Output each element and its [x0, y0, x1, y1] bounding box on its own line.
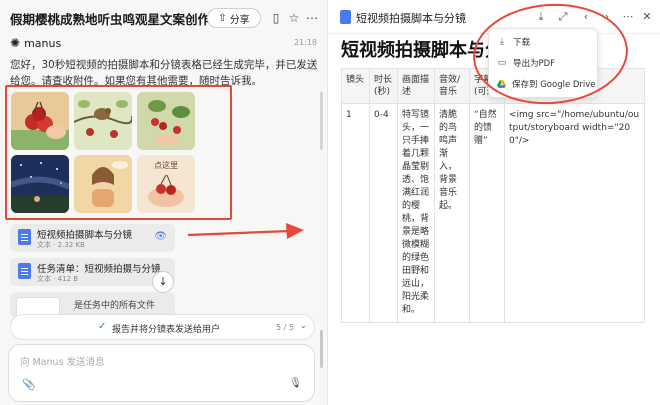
cell-duration: 0-4	[369, 103, 398, 323]
more-icon[interactable]: ⋯	[304, 9, 320, 27]
mic-icon[interactable]: 🎙	[289, 378, 302, 389]
viewer-title: 短视频拍摄脚本与分镜	[356, 12, 466, 25]
star-icon[interactable]: ☆	[286, 9, 302, 27]
task-count: 5 / 5	[276, 323, 294, 332]
document-file-icon	[18, 263, 31, 279]
chat-title: 假期樱桃成熟地听虫鸣观星文案创作	[10, 12, 211, 27]
chevron-down-icon[interactable]: ⌄	[299, 321, 307, 331]
chat-header: 假期樱桃成熟地听虫鸣观星文案创作 ⇧ 分享 ▯ ☆ ⋯	[10, 8, 320, 28]
storyboard-table: 镜头 时长(秒) 画面描述 音效/音乐 字幕(可选) 分镜图片 1 0-4 特写…	[341, 68, 645, 323]
assistant-label: ✺ manus	[10, 36, 61, 50]
task-progress-bar[interactable]: ✓ 报告并将分镜表发送给用户 5 / 5 ⌄	[10, 314, 315, 340]
cell-subtitle: “自然的馈赠”	[469, 103, 505, 323]
storyboard-thumbnail-4[interactable]	[11, 155, 69, 213]
message-time: 21:18	[293, 38, 317, 47]
more-icon[interactable]: ⋯	[620, 9, 636, 25]
file-meta: 文本 · 412 B	[37, 275, 79, 283]
cell-audio: 清脆的鸟鸣声渐入，背景音乐起。	[434, 103, 470, 323]
cell-image: <img src="/home/ubuntu/output/storyboard…	[504, 103, 645, 323]
task-text: 报告并将分镜表发送给用户	[112, 325, 221, 335]
cell-shot: 1	[341, 103, 370, 323]
storyboard-thumbnail-5[interactable]	[74, 155, 132, 213]
attach-icon[interactable]: 📎	[22, 378, 36, 391]
scrollbar-thumb[interactable]	[320, 92, 323, 150]
document-file-icon	[18, 229, 31, 245]
header-scene: 画面描述	[397, 68, 435, 104]
share-label: 分享	[229, 14, 250, 26]
message-input[interactable]: 向 Manus 发送消息 📎 🎙	[8, 344, 315, 402]
table-row: 1 0-4 特写镜头，一只手捧着几颗晶莹剔透、饱满红润的樱桃，背景是略微模糊的绿…	[341, 103, 645, 323]
share-button[interactable]: ⇧ 分享	[207, 8, 261, 28]
message-placeholder: 向 Manus 发送消息	[20, 357, 105, 368]
storyboard-thumbnail-3[interactable]	[137, 92, 195, 150]
storyboard-thumbnail-2[interactable]	[74, 92, 132, 150]
close-icon[interactable]: ✕	[639, 9, 655, 25]
header-audio: 音效/音乐	[434, 68, 470, 104]
document-icon[interactable]: ▯	[268, 9, 284, 27]
assistant-name: manus	[24, 36, 62, 50]
cell-scene: 特写镜头，一只手捧着几颗晶莹剔透、饱满红润的樱桃，背景是略微模糊的绿色田野和远山…	[397, 103, 435, 323]
scroll-down-button[interactable]: ↓	[152, 271, 174, 293]
thumbnail-caption: 点这里	[154, 160, 178, 170]
share-icon: ⇧	[218, 12, 227, 24]
manus-logo-icon: ✺	[10, 36, 21, 50]
check-icon: ✓	[98, 321, 107, 332]
document-icon	[340, 10, 351, 24]
annotation-arrow	[187, 223, 304, 239]
header-shot: 镜头	[341, 68, 370, 104]
file-card-storyboard[interactable]: 短视频拍摄脚本与分镜 文本 · 2.32 KB 👁	[10, 224, 175, 252]
file-meta: 文本 · 2.32 KB	[37, 241, 85, 249]
file-name: 短视频拍摄脚本与分镜	[37, 230, 133, 241]
eye-icon[interactable]: 👁	[154, 231, 167, 242]
scrollbar-thumb-lower[interactable]	[320, 330, 323, 368]
storyboard-thumbnail-1[interactable]	[11, 92, 69, 150]
chat-pane: 假期樱桃成熟地听虫鸣观星文案创作 ⇧ 分享 ▯ ☆ ⋯ ✺ manus 21:1…	[0, 0, 327, 405]
app-root: 假期樱桃成熟地听虫鸣观星文案创作 ⇧ 分享 ▯ ☆ ⋯ ✺ manus 21:1…	[0, 0, 660, 405]
arrow-down-icon: ↓	[158, 275, 168, 288]
file-name: 任务清单：短视频拍摄与分镜	[37, 264, 161, 275]
header-duration: 时长(秒)	[369, 68, 398, 104]
file-card-task-list[interactable]: 任务清单：短视频拍摄与分镜 文本 · 412 B	[10, 258, 175, 286]
storyboard-thumbnail-6[interactable]: 点这里	[137, 155, 195, 213]
